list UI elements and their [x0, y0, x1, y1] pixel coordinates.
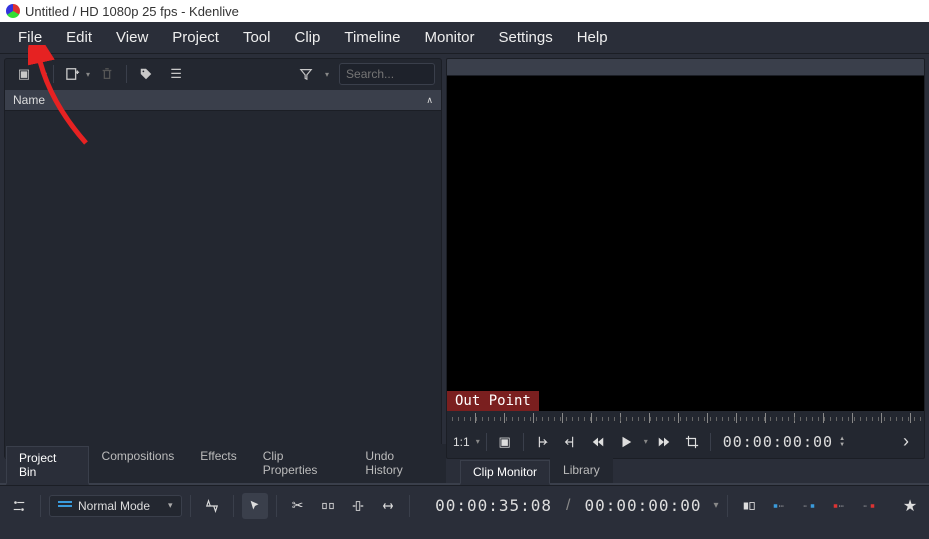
tab-compositions[interactable]: Compositions: [89, 444, 188, 483]
panel-tabs-row: Project Bin Compositions Effects Clip Pr…: [0, 461, 929, 485]
favorite-button[interactable]: ★: [897, 493, 923, 519]
filter-button[interactable]: [293, 62, 319, 86]
timeline-timecode-current[interactable]: 00:00:35:08: [435, 496, 552, 515]
tab-library[interactable]: Library: [550, 458, 613, 483]
play-button[interactable]: [614, 430, 638, 454]
marker2-button[interactable]: [796, 493, 822, 519]
razor-tool-button[interactable]: ✂: [285, 493, 311, 519]
window-title: Untitled / HD 1080p 25 fps - Kdenlive: [25, 4, 239, 19]
marker1-button[interactable]: [766, 493, 792, 519]
separator: [53, 65, 54, 83]
menu-settings[interactable]: Settings: [487, 25, 565, 50]
monitor-controls: 1:1 ▾ ▣ ▾ 00:00:0: [446, 425, 925, 459]
bin-toolbar: ▣ ▾ ▾ ☰ ▾: [5, 59, 441, 89]
tab-effects[interactable]: Effects: [187, 444, 249, 483]
delete-clip-button[interactable]: [94, 62, 120, 86]
menu-view[interactable]: View: [104, 25, 160, 50]
timecode-spinner[interactable]: ▲▼: [839, 436, 845, 448]
mode-icon: [58, 505, 72, 507]
marker4-button[interactable]: [856, 493, 882, 519]
compositing-button[interactable]: [199, 493, 225, 519]
monitor-panel: Out Point 1:1 ▾ ▣ ▾: [446, 58, 925, 459]
tab-undo-history[interactable]: Undo History: [352, 444, 446, 483]
monitor-ruler[interactable]: [446, 411, 925, 425]
crop-button[interactable]: [680, 430, 704, 454]
monitor-viewport[interactable]: Out Point: [446, 76, 925, 411]
search-input[interactable]: [339, 63, 435, 85]
menu-timeline[interactable]: Timeline: [332, 25, 412, 50]
tag-button[interactable]: [133, 62, 159, 86]
overwrite-button[interactable]: [375, 493, 401, 519]
scale-label: 1:1: [453, 435, 470, 449]
tab-project-bin[interactable]: Project Bin: [6, 446, 89, 485]
timecode-dropdown[interactable]: ▾: [713, 500, 718, 511]
track-settings-icon[interactable]: [6, 493, 32, 519]
rewind-button[interactable]: [586, 430, 610, 454]
project-bin-panel: ▣ ▾ ▾ ☰ ▾ Name ∧: [4, 58, 442, 459]
search-field[interactable]: [339, 63, 435, 85]
view-mode-dropdown[interactable]: ▾: [43, 70, 47, 79]
edit-mode-combo[interactable]: Normal Mode ▾: [49, 495, 182, 517]
marker3-button[interactable]: [826, 493, 852, 519]
title-bar: Untitled / HD 1080p 25 fps - Kdenlive: [0, 0, 929, 22]
separator: [126, 65, 127, 83]
set-in-button[interactable]: [530, 430, 554, 454]
menu-file[interactable]: File: [6, 25, 54, 50]
menu-project[interactable]: Project: [160, 25, 231, 50]
menu-button[interactable]: ☰: [163, 62, 189, 86]
options-button[interactable]: ›: [894, 430, 918, 454]
bin-clip-area[interactable]: [5, 111, 441, 458]
sort-arrow-icon: ∧: [426, 95, 433, 106]
timecode-separator: /: [566, 497, 570, 515]
menu-help[interactable]: Help: [565, 25, 620, 50]
column-name-label: Name: [13, 93, 45, 107]
filter-dropdown[interactable]: ▾: [325, 70, 329, 79]
monitor-topbar[interactable]: [446, 58, 925, 76]
menu-edit[interactable]: Edit: [54, 25, 104, 50]
menu-bar: File Edit View Project Tool Clip Timelin…: [0, 22, 929, 54]
monitor-timecode[interactable]: 00:00:00:00: [723, 433, 833, 451]
add-clip-dropdown[interactable]: ▾: [86, 70, 90, 79]
selection-tool-button[interactable]: [242, 493, 268, 519]
zone-button[interactable]: ▣: [493, 430, 517, 454]
column-header-name[interactable]: Name ∧: [5, 89, 441, 111]
ruler-ticks: [447, 413, 924, 423]
insert-button[interactable]: [345, 493, 371, 519]
timeline-toolbar: Normal Mode ▾ ✂ 00:00:35:08 / 00:00:00:0…: [0, 485, 929, 525]
spacer-tool-button[interactable]: [315, 493, 341, 519]
view-mode-button[interactable]: ▣: [11, 62, 37, 86]
scale-dropdown[interactable]: ▾: [476, 437, 480, 446]
menu-monitor[interactable]: Monitor: [412, 25, 486, 50]
mix-button[interactable]: [736, 493, 762, 519]
set-out-button[interactable]: [558, 430, 582, 454]
out-point-badge: Out Point: [447, 391, 539, 411]
app-icon: [6, 4, 20, 18]
tab-clip-monitor[interactable]: Clip Monitor: [460, 460, 550, 485]
play-dropdown[interactable]: ▾: [644, 437, 648, 446]
forward-button[interactable]: [652, 430, 676, 454]
chevron-down-icon: ▾: [168, 500, 173, 511]
timeline-timecode-total: 00:00:00:00: [585, 496, 702, 515]
tab-clip-properties[interactable]: Clip Properties: [250, 444, 353, 483]
menu-clip[interactable]: Clip: [283, 25, 333, 50]
menu-tool[interactable]: Tool: [231, 25, 283, 50]
add-clip-button[interactable]: [60, 62, 86, 86]
mode-label: Normal Mode: [78, 499, 150, 513]
